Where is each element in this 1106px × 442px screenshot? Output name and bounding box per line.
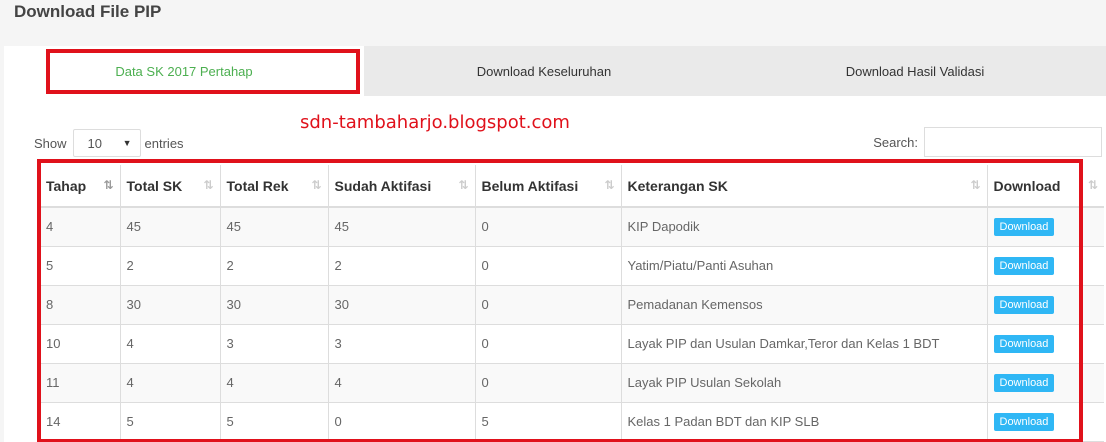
cell-download: Download (987, 402, 1104, 442)
length-control: Show 10 ▼ entries (34, 129, 184, 157)
cell-keterangan: KIP Dapodik (621, 207, 988, 247)
table-row: 8 30 30 30 0 Pemadanan Kemensos Download (40, 285, 1104, 325)
cell-total-sk: 4 (120, 324, 221, 364)
chevron-down-icon: ▼ (122, 138, 132, 148)
cell-tahap: 10 (40, 324, 121, 364)
tab-download-hasil-validasi[interactable]: Download Hasil Validasi (724, 46, 1106, 96)
cell-belum: 0 (475, 363, 622, 403)
cell-tahap: 14 (40, 402, 121, 442)
cell-sudah: 30 (328, 285, 476, 325)
cell-sudah: 45 (328, 207, 476, 247)
cell-total-sk: 4 (120, 363, 221, 403)
cell-keterangan: Yatim/Piatu/Panti Asuhan (621, 246, 988, 286)
column-header-tahap[interactable]: Tahap ⇅ (40, 165, 121, 208)
cell-download: Download (987, 207, 1104, 247)
cell-tahap: 4 (40, 207, 121, 247)
download-button[interactable]: Download (993, 412, 1055, 431)
cell-total-rek: 2 (220, 246, 329, 286)
tab-bar: Data SK 2017 Pertahap Download Keseluruh… (4, 46, 1106, 96)
cell-keterangan: Layak PIP Usulan Sekolah (621, 363, 988, 403)
cell-sudah: 0 (328, 402, 476, 442)
cell-download: Download (987, 285, 1104, 325)
column-header-total-rek[interactable]: Total Rek ⇅ (220, 165, 329, 208)
tab-data-sk-2017[interactable]: Data SK 2017 Pertahap (4, 46, 364, 96)
sort-icon: ⇅ (970, 178, 980, 192)
cell-tahap: 11 (40, 363, 121, 403)
download-button[interactable]: Download (993, 217, 1055, 236)
cell-belum: 0 (475, 207, 622, 247)
watermark-text: sdn-tambaharjo.blogspot.com (300, 112, 570, 133)
sort-icon: ⇅ (311, 178, 321, 192)
cell-total-sk: 2 (120, 246, 221, 286)
cell-sudah: 3 (328, 324, 476, 364)
page-title: Download File PIP (14, 2, 162, 21)
cell-total-rek: 45 (220, 207, 329, 247)
search-input[interactable] (924, 127, 1102, 157)
data-table: Tahap ⇅ Total SK ⇅ Total Rek ⇅ Sudah Aktifa… (40, 165, 1104, 442)
sort-icon: ⇅ (604, 178, 614, 192)
cell-keterangan: Pemadanan Kemensos (621, 285, 988, 325)
cell-belum: 0 (475, 324, 622, 364)
column-header-sudah-aktifasi[interactable]: Sudah Aktifasi ⇅ (328, 165, 476, 208)
table-row: 10 4 3 3 0 Layak PIP dan Usulan Damkar,Teror … (40, 324, 1104, 364)
sort-icon: ⇅ (1087, 178, 1098, 192)
search-label: Search: (873, 134, 918, 150)
cell-total-rek: 5 (220, 402, 329, 442)
table-row: 4 45 45 45 0 KIP Dapodik Download (40, 207, 1104, 247)
cell-sudah: 2 (328, 246, 476, 286)
cell-total-sk: 45 (120, 207, 221, 247)
column-header-belum-aktifasi[interactable]: Belum Aktifasi ⇅ (475, 165, 622, 208)
cell-total-rek: 3 (220, 324, 329, 364)
cell-sudah: 4 (328, 363, 476, 403)
cell-download: Download (987, 324, 1104, 364)
cell-keterangan: Layak PIP dan Usulan Damkar,Teror dan Ke… (621, 324, 988, 364)
table-row: 14 5 5 0 5 Kelas 1 Padan BDT dan KIP SLB Downl… (40, 402, 1104, 442)
cell-belum: 0 (475, 285, 622, 325)
cell-download: Download (987, 246, 1104, 286)
table-row: 5 2 2 2 0 Yatim/Piatu/Panti Asuhan Download (40, 246, 1104, 286)
cell-total-rek: 30 (220, 285, 329, 325)
cell-keterangan: Kelas 1 Padan BDT dan KIP SLB (621, 402, 988, 442)
download-button[interactable]: Download (993, 334, 1055, 353)
cell-total-rek: 4 (220, 363, 329, 403)
download-button[interactable]: Download (993, 256, 1055, 275)
cell-total-sk: 30 (120, 285, 221, 325)
download-button[interactable]: Download (993, 373, 1055, 392)
content-panel: Data SK 2017 Pertahap Download Keseluruh… (4, 46, 1106, 442)
cell-belum: 5 (475, 402, 622, 442)
entries-select[interactable]: 10 ▼ (72, 129, 141, 157)
sort-asc-icon: ⇅ (103, 178, 113, 192)
cell-tahap: 8 (40, 285, 121, 325)
download-button[interactable]: Download (993, 295, 1055, 314)
column-header-total-sk[interactable]: Total SK ⇅ (120, 165, 221, 208)
table-row: 11 4 4 4 0 Layak PIP Usulan Sekolah Download (40, 363, 1104, 403)
entries-select-value: 10 (87, 135, 102, 151)
column-header-download[interactable]: Download ⇅ (987, 165, 1104, 208)
tab-download-keseluruhan[interactable]: Download Keseluruhan (364, 46, 724, 96)
search-control: Search: (873, 127, 1102, 157)
cell-total-sk: 5 (120, 402, 221, 442)
cell-download: Download (987, 363, 1104, 403)
table-header-row: Tahap ⇅ Total SK ⇅ Total Rek ⇅ Sudah Aktifa… (40, 165, 1104, 208)
sort-icon: ⇅ (458, 178, 468, 192)
column-header-keterangan-sk[interactable]: Keterangan SK ⇅ (621, 165, 988, 208)
show-label: Show (34, 135, 67, 151)
sort-icon: ⇅ (203, 178, 213, 192)
cell-tahap: 5 (40, 246, 121, 286)
entries-label: entries (144, 135, 184, 151)
cell-belum: 0 (475, 246, 622, 286)
